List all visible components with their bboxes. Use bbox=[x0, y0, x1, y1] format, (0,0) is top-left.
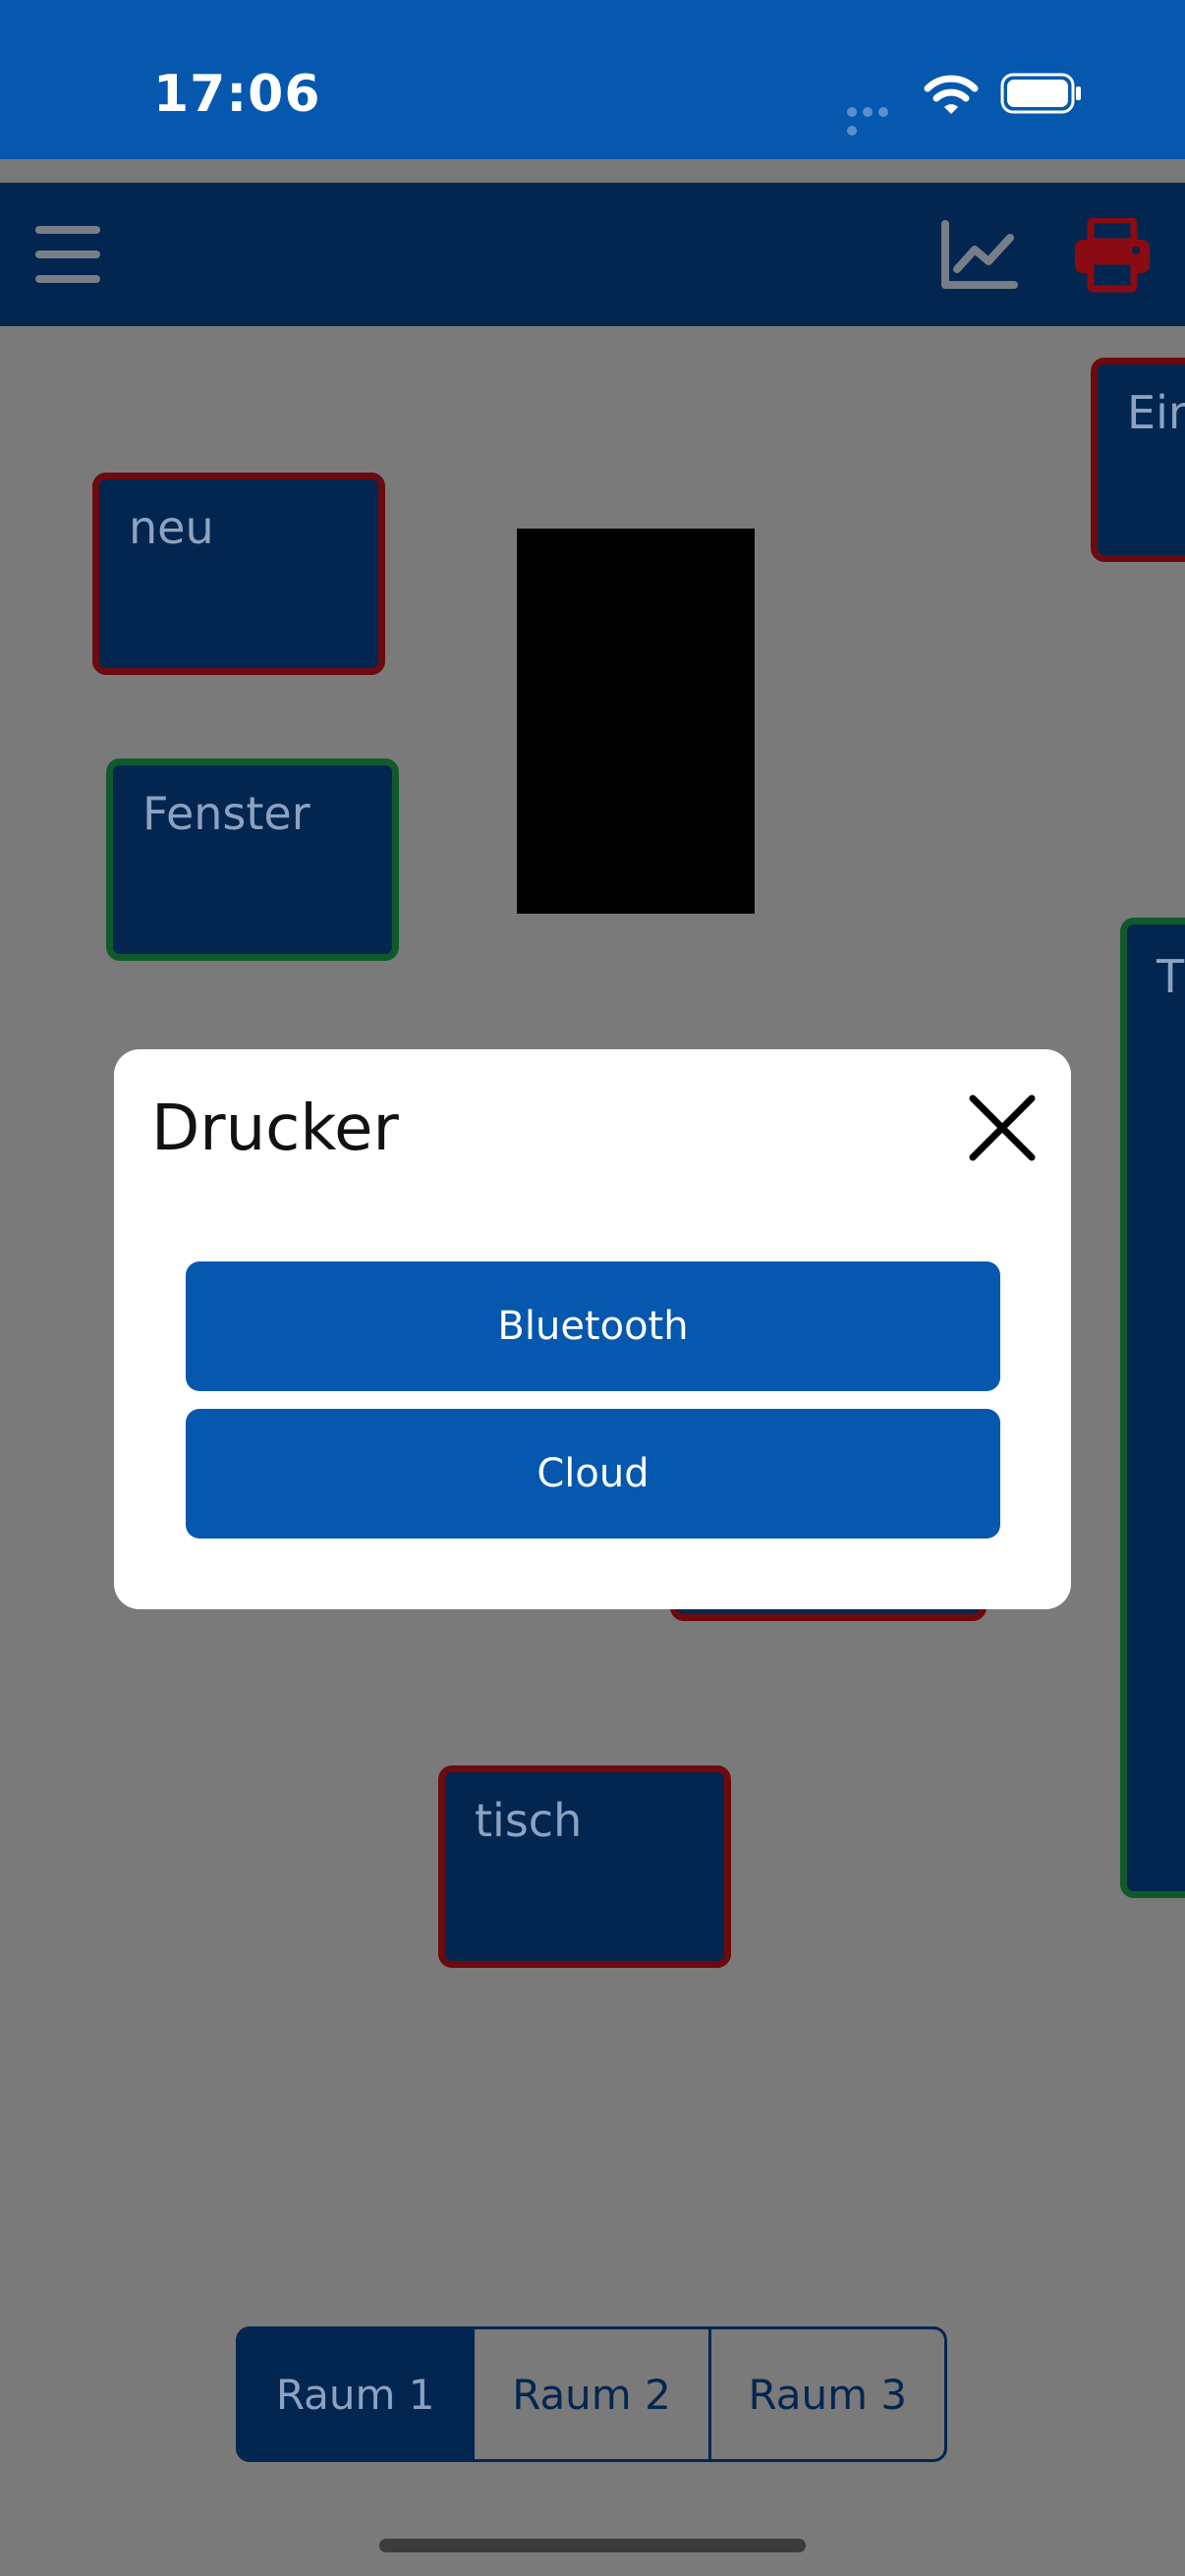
cloud-button[interactable]: Cloud bbox=[186, 1409, 1000, 1539]
printer-icon[interactable] bbox=[1073, 218, 1152, 293]
line-chart-icon[interactable] bbox=[939, 220, 1018, 291]
tile-label: Ein bbox=[1127, 386, 1185, 439]
battery-icon bbox=[1000, 73, 1081, 114]
content-gap bbox=[0, 159, 1185, 183]
status-bar: 17:06 bbox=[0, 0, 1185, 159]
room-tabs: Raum 1 Raum 2 Raum 3 bbox=[236, 2326, 947, 2462]
tile-fenster[interactable]: Fenster bbox=[106, 758, 399, 961]
printer-dialog: Drucker Bluetooth Cloud bbox=[114, 1049, 1071, 1609]
tile-label: T bbox=[1157, 950, 1185, 1003]
close-icon[interactable] bbox=[967, 1092, 1038, 1163]
tile-label: tisch bbox=[475, 1794, 583, 1847]
home-indicator[interactable] bbox=[379, 2539, 806, 2552]
signal-icon bbox=[847, 102, 908, 136]
status-time: 17:06 bbox=[153, 65, 321, 124]
wifi-icon bbox=[924, 75, 979, 114]
tile-label: Fenster bbox=[142, 787, 310, 840]
tab-raum-3[interactable]: Raum 3 bbox=[707, 2329, 944, 2459]
tile-label: neu bbox=[129, 501, 214, 554]
hamburger-menu-icon[interactable] bbox=[35, 226, 100, 283]
tile-t[interactable]: T bbox=[1120, 918, 1185, 1898]
tile-tisch[interactable]: tisch bbox=[438, 1765, 731, 1968]
bluetooth-button[interactable]: Bluetooth bbox=[186, 1261, 1000, 1391]
dialog-title: Drucker bbox=[151, 1092, 399, 1165]
tile-neu[interactable]: neu bbox=[92, 473, 385, 675]
tab-raum-2[interactable]: Raum 2 bbox=[472, 2329, 707, 2459]
tab-raum-1[interactable]: Raum 1 bbox=[239, 2329, 473, 2459]
black-object[interactable] bbox=[517, 529, 755, 914]
tile-ein[interactable]: Ein bbox=[1091, 358, 1185, 562]
